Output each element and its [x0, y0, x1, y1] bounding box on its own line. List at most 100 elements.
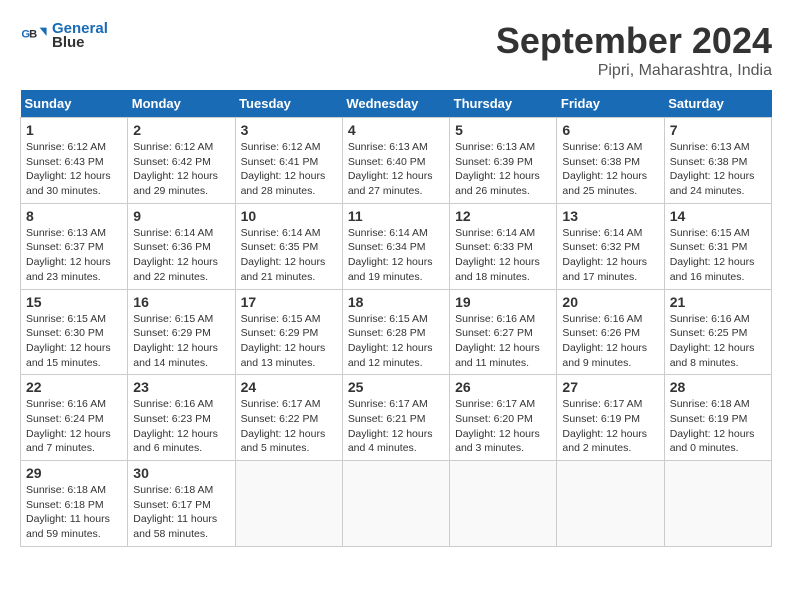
table-row: 12 Sunrise: 6:14 AMSunset: 6:33 PMDaylig… [450, 203, 557, 289]
svg-text:B: B [29, 28, 37, 40]
table-row: 29 Sunrise: 6:18 AMSunset: 6:18 PMDaylig… [21, 461, 128, 547]
day-number: 19 [455, 294, 551, 310]
day-number: 25 [348, 379, 444, 395]
table-row: 10 Sunrise: 6:14 AMSunset: 6:35 PMDaylig… [235, 203, 342, 289]
day-number: 12 [455, 208, 551, 224]
day-info: Sunrise: 6:18 AMSunset: 6:19 PMDaylight:… [670, 397, 766, 456]
calendar-week-row: 8 Sunrise: 6:13 AMSunset: 6:37 PMDayligh… [21, 203, 772, 289]
title-block: September 2024 Pipri, Maharashtra, India [496, 20, 772, 80]
day-number: 20 [562, 294, 658, 310]
calendar-week-row: 1 Sunrise: 6:12 AMSunset: 6:43 PMDayligh… [21, 118, 772, 204]
header-wednesday: Wednesday [342, 90, 449, 118]
day-info: Sunrise: 6:13 AMSunset: 6:37 PMDaylight:… [26, 226, 122, 285]
day-info: Sunrise: 6:16 AMSunset: 6:25 PMDaylight:… [670, 312, 766, 371]
day-info: Sunrise: 6:16 AMSunset: 6:26 PMDaylight:… [562, 312, 658, 371]
logo-icon: G B [20, 22, 48, 50]
day-info: Sunrise: 6:15 AMSunset: 6:29 PMDaylight:… [241, 312, 337, 371]
calendar-table: Sunday Monday Tuesday Wednesday Thursday… [20, 90, 772, 547]
table-row: 23 Sunrise: 6:16 AMSunset: 6:23 PMDaylig… [128, 375, 235, 461]
day-info: Sunrise: 6:13 AMSunset: 6:40 PMDaylight:… [348, 140, 444, 199]
day-number: 6 [562, 122, 658, 138]
table-row: 13 Sunrise: 6:14 AMSunset: 6:32 PMDaylig… [557, 203, 664, 289]
header-thursday: Thursday [450, 90, 557, 118]
table-row: 11 Sunrise: 6:14 AMSunset: 6:34 PMDaylig… [342, 203, 449, 289]
header-tuesday: Tuesday [235, 90, 342, 118]
day-info: Sunrise: 6:14 AMSunset: 6:32 PMDaylight:… [562, 226, 658, 285]
table-row: 4 Sunrise: 6:13 AMSunset: 6:40 PMDayligh… [342, 118, 449, 204]
table-row: 1 Sunrise: 6:12 AMSunset: 6:43 PMDayligh… [21, 118, 128, 204]
page-header: G B General Blue September 2024 Pipri, M… [20, 20, 772, 80]
day-number: 9 [133, 208, 229, 224]
day-number: 4 [348, 122, 444, 138]
table-row: 30 Sunrise: 6:18 AMSunset: 6:17 PMDaylig… [128, 461, 235, 547]
day-info: Sunrise: 6:16 AMSunset: 6:23 PMDaylight:… [133, 397, 229, 456]
table-row: 15 Sunrise: 6:15 AMSunset: 6:30 PMDaylig… [21, 289, 128, 375]
day-number: 15 [26, 294, 122, 310]
table-row: 16 Sunrise: 6:15 AMSunset: 6:29 PMDaylig… [128, 289, 235, 375]
day-number: 16 [133, 294, 229, 310]
day-number: 27 [562, 379, 658, 395]
table-row [450, 461, 557, 547]
day-info: Sunrise: 6:15 AMSunset: 6:28 PMDaylight:… [348, 312, 444, 371]
table-row [557, 461, 664, 547]
day-number: 1 [26, 122, 122, 138]
day-info: Sunrise: 6:14 AMSunset: 6:35 PMDaylight:… [241, 226, 337, 285]
day-number: 14 [670, 208, 766, 224]
day-info: Sunrise: 6:13 AMSunset: 6:38 PMDaylight:… [562, 140, 658, 199]
table-row: 26 Sunrise: 6:17 AMSunset: 6:20 PMDaylig… [450, 375, 557, 461]
table-row: 5 Sunrise: 6:13 AMSunset: 6:39 PMDayligh… [450, 118, 557, 204]
day-info: Sunrise: 6:16 AMSunset: 6:27 PMDaylight:… [455, 312, 551, 371]
header-sunday: Sunday [21, 90, 128, 118]
day-number: 17 [241, 294, 337, 310]
header-saturday: Saturday [664, 90, 771, 118]
day-number: 21 [670, 294, 766, 310]
day-info: Sunrise: 6:15 AMSunset: 6:31 PMDaylight:… [670, 226, 766, 285]
day-info: Sunrise: 6:18 AMSunset: 6:17 PMDaylight:… [133, 483, 229, 542]
day-number: 3 [241, 122, 337, 138]
table-row: 18 Sunrise: 6:15 AMSunset: 6:28 PMDaylig… [342, 289, 449, 375]
day-number: 28 [670, 379, 766, 395]
month-title: September 2024 [496, 20, 772, 62]
day-number: 30 [133, 465, 229, 481]
table-row: 7 Sunrise: 6:13 AMSunset: 6:38 PMDayligh… [664, 118, 771, 204]
day-info: Sunrise: 6:12 AMSunset: 6:43 PMDaylight:… [26, 140, 122, 199]
day-info: Sunrise: 6:15 AMSunset: 6:30 PMDaylight:… [26, 312, 122, 371]
header-friday: Friday [557, 90, 664, 118]
day-number: 11 [348, 208, 444, 224]
table-row: 9 Sunrise: 6:14 AMSunset: 6:36 PMDayligh… [128, 203, 235, 289]
day-info: Sunrise: 6:12 AMSunset: 6:41 PMDaylight:… [241, 140, 337, 199]
table-row [235, 461, 342, 547]
header-monday: Monday [128, 90, 235, 118]
day-number: 22 [26, 379, 122, 395]
day-info: Sunrise: 6:17 AMSunset: 6:21 PMDaylight:… [348, 397, 444, 456]
location: Pipri, Maharashtra, India [496, 62, 772, 80]
table-row: 27 Sunrise: 6:17 AMSunset: 6:19 PMDaylig… [557, 375, 664, 461]
table-row: 19 Sunrise: 6:16 AMSunset: 6:27 PMDaylig… [450, 289, 557, 375]
table-row: 2 Sunrise: 6:12 AMSunset: 6:42 PMDayligh… [128, 118, 235, 204]
table-row [664, 461, 771, 547]
logo: G B General Blue [20, 20, 108, 51]
table-row: 21 Sunrise: 6:16 AMSunset: 6:25 PMDaylig… [664, 289, 771, 375]
day-info: Sunrise: 6:12 AMSunset: 6:42 PMDaylight:… [133, 140, 229, 199]
day-info: Sunrise: 6:13 AMSunset: 6:39 PMDaylight:… [455, 140, 551, 199]
day-info: Sunrise: 6:14 AMSunset: 6:36 PMDaylight:… [133, 226, 229, 285]
table-row: 14 Sunrise: 6:15 AMSunset: 6:31 PMDaylig… [664, 203, 771, 289]
day-number: 2 [133, 122, 229, 138]
day-number: 13 [562, 208, 658, 224]
calendar-week-row: 29 Sunrise: 6:18 AMSunset: 6:18 PMDaylig… [21, 461, 772, 547]
day-number: 7 [670, 122, 766, 138]
day-number: 29 [26, 465, 122, 481]
day-info: Sunrise: 6:17 AMSunset: 6:22 PMDaylight:… [241, 397, 337, 456]
table-row: 8 Sunrise: 6:13 AMSunset: 6:37 PMDayligh… [21, 203, 128, 289]
table-row [342, 461, 449, 547]
day-info: Sunrise: 6:13 AMSunset: 6:38 PMDaylight:… [670, 140, 766, 199]
day-number: 18 [348, 294, 444, 310]
calendar-week-row: 15 Sunrise: 6:15 AMSunset: 6:30 PMDaylig… [21, 289, 772, 375]
table-row: 25 Sunrise: 6:17 AMSunset: 6:21 PMDaylig… [342, 375, 449, 461]
table-row: 28 Sunrise: 6:18 AMSunset: 6:19 PMDaylig… [664, 375, 771, 461]
day-number: 23 [133, 379, 229, 395]
table-row: 24 Sunrise: 6:17 AMSunset: 6:22 PMDaylig… [235, 375, 342, 461]
day-info: Sunrise: 6:14 AMSunset: 6:33 PMDaylight:… [455, 226, 551, 285]
day-info: Sunrise: 6:18 AMSunset: 6:18 PMDaylight:… [26, 483, 122, 542]
day-number: 24 [241, 379, 337, 395]
